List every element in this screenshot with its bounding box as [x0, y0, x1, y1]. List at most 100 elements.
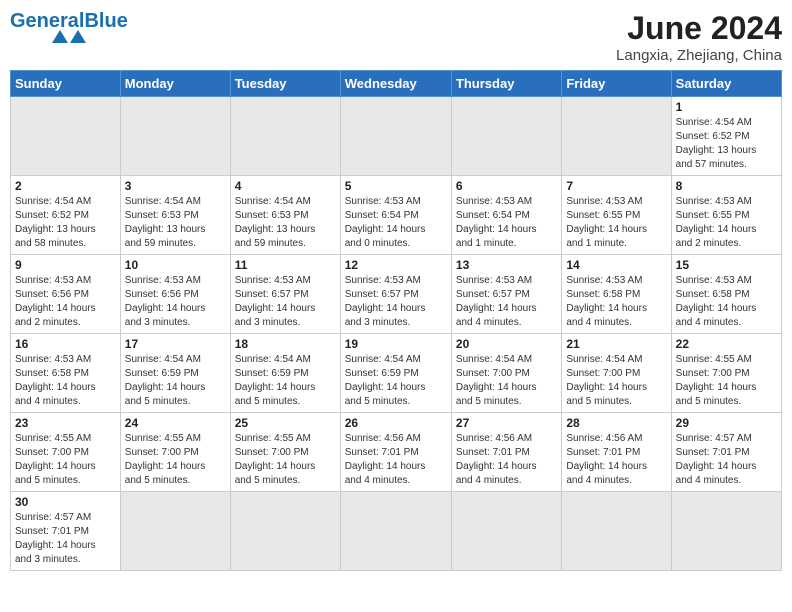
calendar-cell: 7 Sunrise: 4:53 AM Sunset: 6:55 PM Daylig…: [562, 176, 671, 255]
day-info: Sunrise: 4:53 AM Sunset: 6:58 PM Dayligh…: [676, 274, 777, 330]
day-info: Sunrise: 4:53 AM Sunset: 6:54 PM Dayligh…: [456, 195, 557, 251]
day-info: Sunrise: 4:55 AM Sunset: 7:00 PM Dayligh…: [15, 432, 116, 488]
day-info: Sunrise: 4:53 AM Sunset: 6:57 PM Dayligh…: [235, 274, 336, 330]
day-info: Sunrise: 4:56 AM Sunset: 7:01 PM Dayligh…: [456, 432, 557, 488]
day-info: Sunrise: 4:54 AM Sunset: 7:00 PM Dayligh…: [566, 353, 666, 409]
calendar-cell: 26 Sunrise: 4:56 AM Sunset: 7:01 PM Dayli…: [340, 413, 451, 492]
day-number: 10: [125, 258, 226, 272]
title-block: June 2024 Langxia, Zhejiang, China: [616, 10, 782, 64]
day-info: Sunrise: 4:57 AM Sunset: 7:01 PM Dayligh…: [676, 432, 777, 488]
calendar-cell: [11, 97, 121, 176]
day-info: Sunrise: 4:54 AM Sunset: 6:59 PM Dayligh…: [235, 353, 336, 409]
calendar-cell: 2 Sunrise: 4:54 AM Sunset: 6:52 PM Daylig…: [11, 176, 121, 255]
day-info: Sunrise: 4:53 AM Sunset: 6:57 PM Dayligh…: [456, 274, 557, 330]
calendar-week-row: 30 Sunrise: 4:57 AM Sunset: 7:01 PM Dayli…: [11, 492, 782, 571]
day-info: Sunrise: 4:54 AM Sunset: 7:00 PM Dayligh…: [456, 353, 557, 409]
calendar-cell: 5 Sunrise: 4:53 AM Sunset: 6:54 PM Daylig…: [340, 176, 451, 255]
day-number: 12: [345, 258, 447, 272]
page-header: GeneralBlue June 2024 Langxia, Zhejiang,…: [10, 10, 782, 64]
calendar-cell: [671, 492, 781, 571]
calendar-cell: [340, 492, 451, 571]
calendar-cell: 24Sunrise: 4:55 AM Sunset: 7:00 PM Dayli…: [120, 413, 230, 492]
calendar-week-row: 23 Sunrise: 4:55 AM Sunset: 7:00 PM Dayli…: [11, 413, 782, 492]
day-number: 20: [456, 337, 557, 351]
day-info: Sunrise: 4:55 AM Sunset: 7:00 PM Dayligh…: [676, 353, 777, 409]
calendar-table: SundayMondayTuesdayWednesdayThursdayFrid…: [10, 70, 782, 571]
calendar-cell: [230, 492, 340, 571]
day-number: 28: [566, 416, 666, 430]
weekday-header-row: SundayMondayTuesdayWednesdayThursdayFrid…: [11, 71, 782, 97]
day-number: 22: [676, 337, 777, 351]
day-number: 19: [345, 337, 447, 351]
day-info: Sunrise: 4:57 AM Sunset: 7:01 PM Dayligh…: [15, 511, 116, 567]
calendar-cell: [451, 97, 561, 176]
day-number: 3: [125, 179, 226, 193]
day-number: 26: [345, 416, 447, 430]
day-info: Sunrise: 4:54 AM Sunset: 6:52 PM Dayligh…: [676, 116, 777, 172]
day-number: 25: [235, 416, 336, 430]
calendar-cell: 22 Sunrise: 4:55 AM Sunset: 7:00 PM Dayli…: [671, 334, 781, 413]
calendar-week-row: 16 Sunrise: 4:53 AM Sunset: 6:58 PM Dayli…: [11, 334, 782, 413]
calendar-cell: 16 Sunrise: 4:53 AM Sunset: 6:58 PM Dayli…: [11, 334, 121, 413]
calendar-cell: [120, 97, 230, 176]
weekday-header: Thursday: [451, 71, 561, 97]
day-number: 8: [676, 179, 777, 193]
month-year: June 2024: [616, 10, 782, 47]
calendar-cell: [340, 97, 451, 176]
day-info: Sunrise: 4:54 AM Sunset: 6:53 PM Dayligh…: [235, 195, 336, 251]
calendar-cell: 9 Sunrise: 4:53 AM Sunset: 6:56 PM Daylig…: [11, 255, 121, 334]
day-info: Sunrise: 4:53 AM Sunset: 6:56 PM Dayligh…: [125, 274, 226, 330]
calendar-cell: 6Sunrise: 4:53 AM Sunset: 6:54 PM Daylig…: [451, 176, 561, 255]
day-number: 18: [235, 337, 336, 351]
calendar-cell: 30 Sunrise: 4:57 AM Sunset: 7:01 PM Dayli…: [11, 492, 121, 571]
day-info: Sunrise: 4:56 AM Sunset: 7:01 PM Dayligh…: [566, 432, 666, 488]
calendar-cell: [230, 97, 340, 176]
logo-blue: Blue: [84, 10, 127, 32]
calendar-cell: 18 Sunrise: 4:54 AM Sunset: 6:59 PM Dayli…: [230, 334, 340, 413]
day-number: 30: [15, 495, 116, 509]
day-number: 16: [15, 337, 116, 351]
day-number: 7: [566, 179, 666, 193]
location: Langxia, Zhejiang, China: [616, 47, 782, 64]
day-number: 17: [125, 337, 226, 351]
day-number: 2: [15, 179, 116, 193]
calendar-cell: 27Sunrise: 4:56 AM Sunset: 7:01 PM Dayli…: [451, 413, 561, 492]
day-number: 13: [456, 258, 557, 272]
calendar-week-row: 2 Sunrise: 4:54 AM Sunset: 6:52 PM Daylig…: [11, 176, 782, 255]
calendar-cell: [562, 492, 671, 571]
calendar-cell: 11 Sunrise: 4:53 AM Sunset: 6:57 PM Dayli…: [230, 255, 340, 334]
day-number: 29: [676, 416, 777, 430]
calendar-cell: [120, 492, 230, 571]
weekday-header: Tuesday: [230, 71, 340, 97]
day-info: Sunrise: 4:55 AM Sunset: 7:00 PM Dayligh…: [125, 432, 226, 488]
day-info: Sunrise: 4:53 AM Sunset: 6:57 PM Dayligh…: [345, 274, 447, 330]
day-info: Sunrise: 4:54 AM Sunset: 6:52 PM Dayligh…: [15, 195, 116, 251]
day-number: 9: [15, 258, 116, 272]
logo-general: General: [10, 10, 84, 32]
calendar-cell: 23 Sunrise: 4:55 AM Sunset: 7:00 PM Dayli…: [11, 413, 121, 492]
day-number: 5: [345, 179, 447, 193]
day-number: 1: [676, 100, 777, 114]
day-number: 23: [15, 416, 116, 430]
calendar-cell: 17Sunrise: 4:54 AM Sunset: 6:59 PM Dayli…: [120, 334, 230, 413]
calendar-week-row: 9 Sunrise: 4:53 AM Sunset: 6:56 PM Daylig…: [11, 255, 782, 334]
calendar-cell: 28 Sunrise: 4:56 AM Sunset: 7:01 PM Dayli…: [562, 413, 671, 492]
calendar-cell: 19Sunrise: 4:54 AM Sunset: 6:59 PM Dayli…: [340, 334, 451, 413]
calendar-cell: 20 Sunrise: 4:54 AM Sunset: 7:00 PM Dayli…: [451, 334, 561, 413]
calendar-cell: 13 Sunrise: 4:53 AM Sunset: 6:57 PM Dayli…: [451, 255, 561, 334]
weekday-header: Saturday: [671, 71, 781, 97]
logo: GeneralBlue: [10, 10, 128, 43]
calendar-cell: 21Sunrise: 4:54 AM Sunset: 7:00 PM Dayli…: [562, 334, 671, 413]
day-info: Sunrise: 4:53 AM Sunset: 6:56 PM Dayligh…: [15, 274, 116, 330]
day-info: Sunrise: 4:53 AM Sunset: 6:58 PM Dayligh…: [15, 353, 116, 409]
day-number: 14: [566, 258, 666, 272]
calendar-cell: 4 Sunrise: 4:54 AM Sunset: 6:53 PM Daylig…: [230, 176, 340, 255]
weekday-header: Monday: [120, 71, 230, 97]
weekday-header: Friday: [562, 71, 671, 97]
day-number: 15: [676, 258, 777, 272]
day-number: 11: [235, 258, 336, 272]
day-info: Sunrise: 4:53 AM Sunset: 6:54 PM Dayligh…: [345, 195, 447, 251]
day-info: Sunrise: 4:56 AM Sunset: 7:01 PM Dayligh…: [345, 432, 447, 488]
day-info: Sunrise: 4:53 AM Sunset: 6:55 PM Dayligh…: [566, 195, 666, 251]
day-number: 4: [235, 179, 336, 193]
